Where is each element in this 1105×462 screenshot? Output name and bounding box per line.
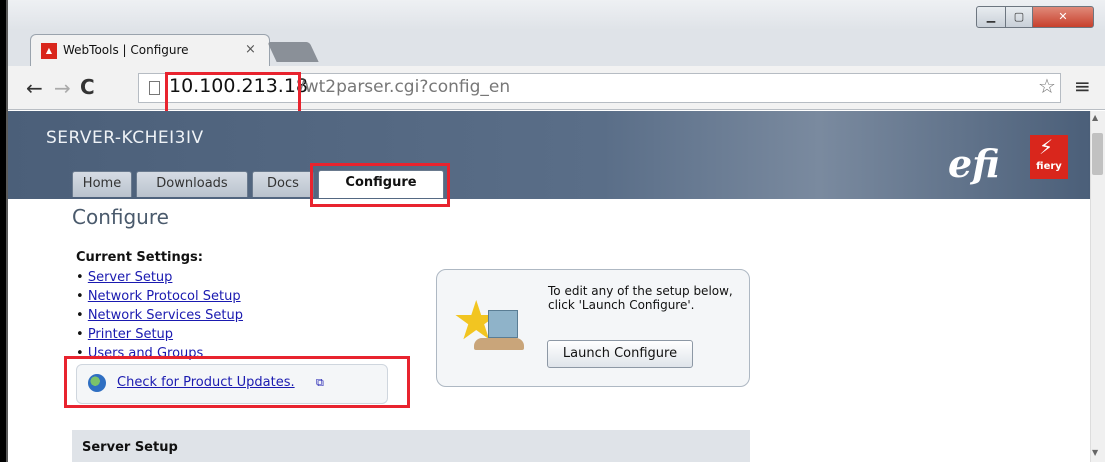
scroll-up-icon[interactable]: ▲ — [1092, 113, 1098, 122]
tab-docs[interactable]: Docs — [252, 171, 314, 197]
fiery-logo: fiery — [1030, 115, 1068, 179]
book-icon — [474, 338, 524, 350]
maximize-button[interactable]: ▢ — [1005, 6, 1033, 28]
forward-arrow-icon[interactable]: → — [54, 76, 71, 100]
network-services-setup-link[interactable]: Network Services Setup — [88, 308, 243, 323]
scroll-down-icon[interactable]: ▼ — [1092, 448, 1098, 457]
back-arrow-icon[interactable]: ← — [26, 76, 43, 100]
browser-tab[interactable]: ▲ WebTools | Configure × — [30, 34, 270, 66]
network-protocol-setup-link[interactable]: Network Protocol Setup — [88, 289, 241, 304]
list-item: • Server Setup — [76, 270, 173, 285]
page-title: Configure — [72, 205, 169, 229]
launch-instructions: To edit any of the setup below, click 'L… — [548, 284, 733, 312]
hamburger-menu-icon[interactable]: ≡ — [1074, 74, 1091, 98]
tab-title: WebTools | Configure — [63, 43, 189, 57]
list-item: • Network Protocol Setup — [76, 289, 241, 304]
section-title: Server Setup — [82, 440, 178, 455]
close-window-button[interactable]: ✕ — [1032, 6, 1094, 28]
scroll-thumb[interactable] — [1092, 133, 1103, 175]
bookmark-star-icon[interactable]: ☆ — [1038, 74, 1056, 98]
server-setup-link[interactable]: Server Setup — [88, 270, 173, 285]
configure-tab-highlight-box — [310, 163, 450, 207]
launch-configure-button[interactable]: Launch Configure — [547, 340, 693, 368]
list-item: • Printer Setup — [76, 327, 174, 342]
window-controls: ▁ ▢ ✕ — [976, 6, 1094, 28]
page-icon — [149, 81, 160, 95]
new-tab-button[interactable] — [267, 42, 319, 62]
updates-highlight-box — [64, 356, 410, 408]
url-highlight-box — [165, 72, 301, 114]
configure-box-icon — [488, 310, 518, 338]
tab-close-icon[interactable]: × — [245, 42, 256, 57]
server-name: SERVER-KCHEI3IV — [46, 128, 204, 148]
settings-heading: Current Settings: — [76, 250, 203, 265]
reload-icon[interactable]: C — [80, 75, 95, 99]
tab-downloads[interactable]: Downloads — [136, 171, 248, 197]
efi-logo: efi — [948, 141, 1000, 186]
url-path[interactable]: /wt2parser.cgi?config_en — [299, 77, 510, 97]
tab-home[interactable]: Home — [72, 171, 132, 197]
fiery-favicon-icon: ▲ — [41, 43, 57, 59]
minimize-button[interactable]: ▁ — [976, 6, 1006, 28]
title-bar — [8, 0, 1105, 30]
printer-setup-link[interactable]: Printer Setup — [88, 327, 173, 342]
list-item: • Network Services Setup — [76, 308, 244, 323]
